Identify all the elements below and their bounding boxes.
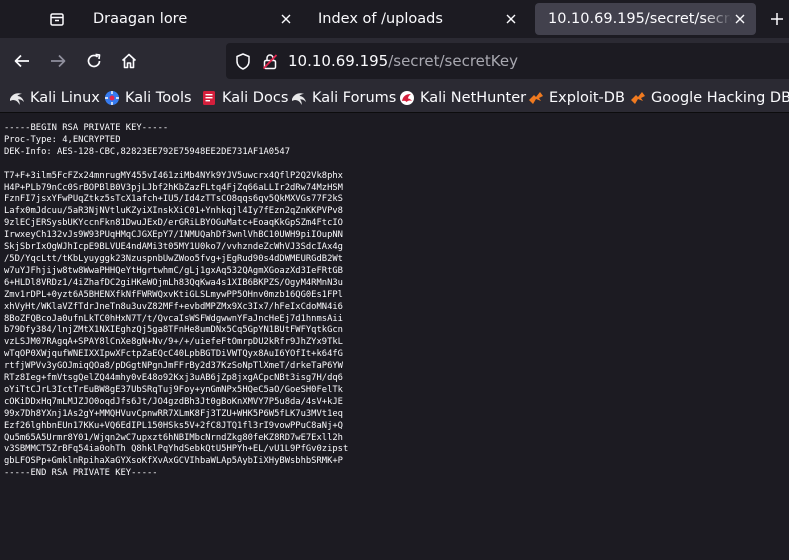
close-tab-button[interactable]: [278, 11, 294, 27]
home-button[interactable]: [114, 46, 144, 76]
bookmark-kali-linux[interactable]: Kali Linux: [9, 87, 100, 109]
url-path: /secret/secretKey: [388, 52, 518, 70]
address-bar[interactable]: 10.10.69.195/secret/secretKey: [226, 43, 789, 79]
tab-title: Index of /uploads: [318, 11, 443, 27]
url-host: 10.10.69.195: [288, 52, 389, 70]
forward-button[interactable]: [43, 46, 73, 76]
close-icon: [281, 14, 291, 24]
bookmark-kali-forums[interactable]: Kali Forums: [291, 87, 396, 109]
bookmark-label: Kali Docs: [222, 90, 289, 106]
tab-title: 10.10.69.195/secret/secretKey: [548, 11, 732, 27]
navigation-toolbar: 10.10.69.195/secret/secretKey: [0, 38, 789, 84]
rsa-private-key-text: -----BEGIN RSA PRIVATE KEY----- Proc-Typ…: [4, 123, 349, 479]
tab-title: Draagan lore: [93, 11, 188, 27]
bookmark-label: Kali NetHunter: [420, 90, 527, 106]
new-tab-button[interactable]: [766, 8, 788, 30]
kali-tools-icon: [105, 91, 119, 105]
bookmark-label: Kali Forums: [312, 90, 397, 106]
bookmark-label: Exploit-DB: [549, 90, 625, 106]
kali-dragon-icon: [10, 93, 24, 105]
kali-docs-icon: [203, 91, 215, 105]
url-text[interactable]: 10.10.69.195/secret/secretKey: [288, 51, 518, 71]
bookmark-exploit-db[interactable]: Exploit-DB: [528, 87, 625, 109]
page-content: -----BEGIN RSA PRIVATE KEY----- Proc-Typ…: [0, 113, 789, 560]
nethunter-icon: [400, 91, 414, 105]
tab-secret-key[interactable]: 10.10.69.195/secret/secretKey: [535, 3, 756, 35]
kali-dragon-icon: [292, 93, 306, 105]
close-icon: [735, 14, 745, 24]
home-icon: [121, 53, 137, 69]
tracking-protection-shield-icon[interactable]: [234, 52, 252, 70]
exploit-db-icon: [529, 92, 543, 104]
arrow-left-icon: [14, 54, 29, 68]
bookmark-kali-docs[interactable]: Kali Docs: [201, 87, 288, 109]
tab-bar: Draagan lore Index of /uploads 10.10.69.…: [0, 0, 789, 38]
bookmark-kali-tools[interactable]: Kali Tools: [104, 87, 192, 109]
close-icon: [506, 14, 516, 24]
arrow-right-icon: [51, 54, 66, 68]
reload-icon: [87, 53, 101, 68]
bookmarks-toolbar: Kali Linux Kali Tools Kali Docs Kali For…: [0, 84, 789, 113]
bookmark-label: Kali Tools: [125, 90, 192, 106]
back-button[interactable]: [7, 46, 37, 76]
close-tab-button[interactable]: [503, 11, 519, 27]
reload-button[interactable]: [79, 46, 109, 76]
tab-index-of-uploads[interactable]: Index of /uploads: [305, 3, 527, 35]
tab-draagan-lore[interactable]: Draagan lore: [80, 3, 302, 35]
bookmark-label: Google Hacking DB: [651, 90, 789, 106]
bookmark-label: Kali Linux: [30, 90, 100, 106]
tab-list-icon: [50, 13, 64, 26]
plus-icon: [771, 13, 783, 25]
close-tab-button[interactable]: [732, 11, 748, 27]
list-all-tabs-button[interactable]: [46, 9, 68, 29]
insecure-lock-icon[interactable]: [261, 52, 279, 70]
bookmark-kali-nethunter[interactable]: Kali NetHunter: [399, 87, 526, 109]
exploit-db-icon: [631, 92, 645, 104]
bookmark-google-hacking-db[interactable]: Google Hacking DB: [630, 87, 789, 109]
